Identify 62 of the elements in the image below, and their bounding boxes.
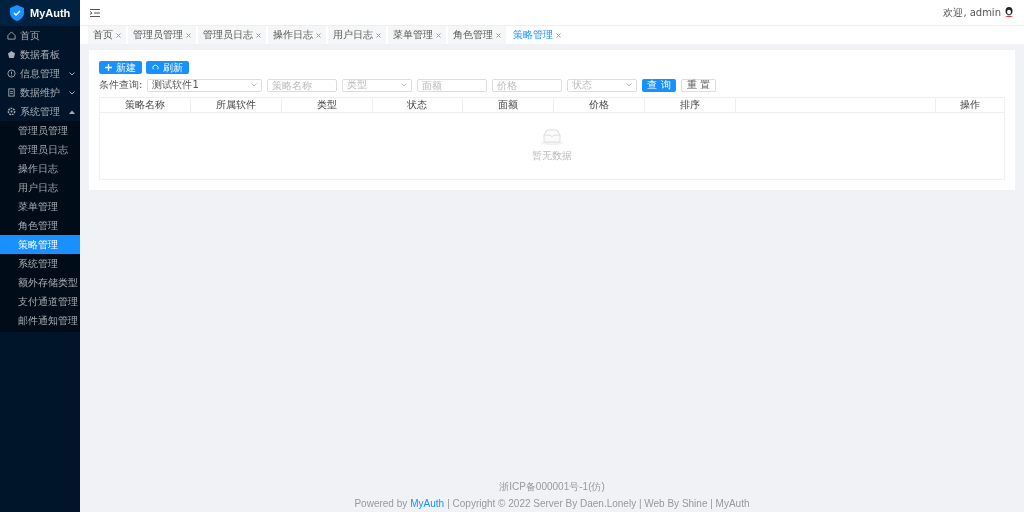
filter-label: 条件查询: [99, 78, 143, 92]
home-icon [7, 31, 16, 40]
filter-button[interactable]: 重 置 [680, 78, 716, 92]
page-tab[interactable]: 操作日志 [268, 26, 326, 44]
submenu-item[interactable]: 用户日志 [0, 178, 80, 197]
welcome-text: 欢迎, [943, 5, 967, 20]
copyright-text: | Copyright © 2022 Server By Daen.Lonely | Web By Shine | MyAuth [447, 498, 750, 509]
page-tab[interactable]: 用户日志 [328, 26, 386, 44]
column-header: 价格 [589, 98, 610, 112]
column-header: 操作 [959, 98, 980, 112]
column-header: 策略名称 [124, 98, 165, 112]
refresh-icon [152, 64, 159, 71]
column-header: 面额 [498, 98, 519, 112]
submenu-item[interactable]: 角色管理 [0, 216, 80, 235]
chevron-icon [626, 83, 633, 87]
column-header: 类型 [316, 98, 337, 112]
menu-item[interactable]: 首页 [0, 26, 80, 45]
page-tab[interactable]: 管理员管理 [128, 26, 196, 44]
column-header: 状态 [407, 98, 428, 112]
close-icon[interactable] [556, 32, 561, 38]
page-tab[interactable]: 菜单管理 [388, 26, 446, 44]
submenu-item[interactable]: 管理员管理 [0, 121, 80, 140]
close-icon[interactable] [376, 32, 381, 38]
submenu-item[interactable]: 额外存储类型 [0, 273, 80, 292]
empty-box-icon [540, 129, 564, 145]
submenu-item[interactable]: 系统管理 [0, 254, 80, 273]
menu-item[interactable]: 数据看板 [0, 45, 80, 64]
plus-icon [105, 64, 112, 71]
submenu-item[interactable]: 操作日志 [0, 159, 80, 178]
gear-icon [7, 107, 16, 116]
select-field[interactable]: 测试软件1 [147, 78, 263, 92]
dashboard-icon [7, 50, 16, 59]
input-field[interactable]: 策略名称 [267, 78, 338, 92]
input-field[interactable]: 价格 [492, 78, 563, 92]
avatar-icon[interactable] [1004, 7, 1014, 18]
menu-icon[interactable] [90, 8, 100, 17]
close-icon[interactable] [116, 32, 121, 38]
submenu-item[interactable]: 菜单管理 [0, 197, 80, 216]
document-icon [7, 88, 16, 97]
menu-item[interactable]: 数据维护 [0, 83, 80, 102]
close-icon[interactable] [256, 32, 261, 38]
powered-text: Powered by [354, 498, 408, 509]
submenu-item[interactable]: 管理员日志 [0, 140, 80, 159]
shield-logo-icon [10, 5, 24, 21]
submenu-item[interactable]: 支付通道管理 [0, 292, 80, 311]
chevron-icon [251, 83, 258, 87]
info-icon [7, 69, 16, 78]
close-icon[interactable] [186, 32, 191, 38]
column-header: 排序 [680, 98, 701, 112]
page-tab[interactable]: 首页 [88, 26, 126, 44]
menu-item[interactable]: 信息管理 [0, 64, 80, 83]
close-icon[interactable] [436, 32, 441, 38]
close-icon[interactable] [316, 32, 321, 38]
close-icon[interactable] [496, 32, 501, 38]
column-header: 所属软件 [215, 98, 256, 112]
user-name[interactable]: admin [969, 7, 1001, 18]
menu-item[interactable]: 系统管理 [0, 102, 80, 121]
submenu-item[interactable]: 邮件通知管理 [0, 311, 80, 330]
page-tab[interactable]: 角色管理 [448, 26, 506, 44]
brand-name: MyAuth [30, 7, 71, 19]
page-tab[interactable]: 管理员日志 [198, 26, 266, 44]
chevron-icon [401, 83, 408, 87]
